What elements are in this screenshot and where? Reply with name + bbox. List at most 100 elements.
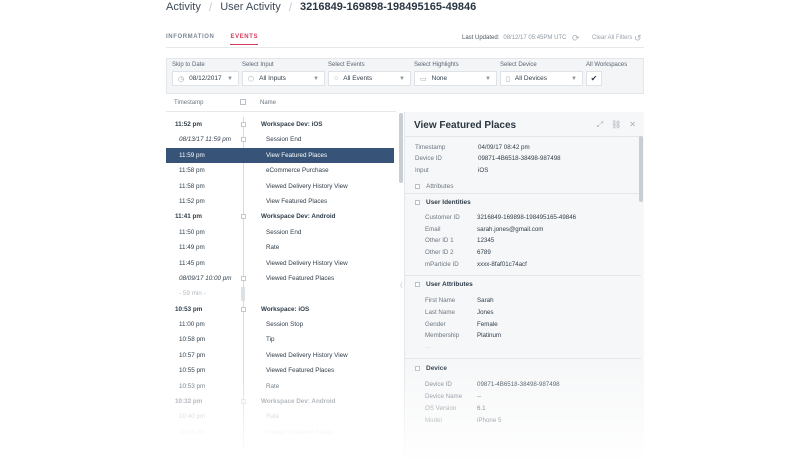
attribute-first-name: First Name Sarah — [425, 297, 494, 304]
filter-label: Select Events — [328, 62, 365, 68]
workspace-group-row[interactable]: 11:41 pm Workspace Dev: Android — [166, 209, 394, 224]
event-row[interactable]: 10:53 pm Rate — [166, 379, 394, 394]
row-name: Session End — [266, 136, 302, 144]
close-icon[interactable]: ✕ — [629, 120, 636, 130]
detail-divider — [405, 358, 641, 359]
filter-label: All Workspaces — [586, 62, 628, 68]
kv-value: 6.1 — [477, 405, 486, 412]
section-label: Attributes — [426, 183, 454, 190]
input-select[interactable]: ⬡ All Inputs ▼ — [242, 71, 325, 86]
row-name: View Featured Places — [266, 197, 328, 205]
column-header-timestamp[interactable]: Timestamp — [174, 100, 203, 106]
timeline-node-icon — [241, 214, 246, 220]
identity-customer-id: Customer ID 3216849-169898-198495165-4984… — [425, 214, 576, 221]
kv-key: mParticle ID — [425, 261, 459, 268]
kv-value: Jones — [477, 309, 494, 316]
column-header-name[interactable]: Name — [260, 100, 276, 106]
event-row[interactable]: 08/09/17 10:00 pm Viewed Featured Places — [166, 271, 394, 286]
kv-value: Female — [477, 321, 498, 328]
checkbox-icon — [415, 282, 420, 287]
row-name: Rate — [266, 413, 280, 421]
last-updated-value: 08/12/17 05:45PM UTC — [503, 35, 567, 41]
row-timestamp: 11:52 pm — [179, 197, 205, 205]
event-row[interactable]: 10:40 pm Rate — [166, 409, 394, 424]
event-row[interactable]: 11:58 pm eCommerce Purchase — [166, 163, 394, 178]
last-updated-label: Last Updated: — [462, 35, 500, 41]
page-title: 3216849-169898-198495165-49846 — [300, 1, 477, 13]
kv-value: xxxx-8faf01c74acf — [477, 261, 527, 268]
row-timestamp: 11:00 pm — [179, 321, 205, 329]
event-row[interactable]: 11:00 pm Session Stop — [166, 317, 394, 332]
row-timestamp: 08/13/17 11:59 pm — [179, 136, 232, 144]
kv-key: Other ID 2 — [425, 249, 454, 256]
tab-information[interactable]: INFORMATION — [166, 34, 214, 45]
row-timestamp: 11:58 pm — [179, 167, 205, 175]
breadcrumb-activity[interactable]: Activity — [166, 1, 201, 13]
kv-value: Platinum — [477, 332, 502, 339]
detail-divider — [405, 275, 641, 276]
refresh-icon[interactable]: ⟳ — [572, 33, 580, 44]
event-row[interactable]: 11:58 pm Viewed Delivery History View — [166, 179, 394, 194]
event-row[interactable]: 11:45 pm Viewed Delivery History View — [166, 256, 394, 271]
user-attributes-section-toggle[interactable]: User Attributes — [415, 281, 473, 288]
kv-key: Device ID — [425, 381, 452, 388]
section-label: User Attributes — [426, 281, 473, 288]
undo-icon[interactable]: ↺ — [634, 33, 642, 44]
filter-select-input: Select Input ⬡ All Inputs ▼ — [242, 62, 325, 86]
row-name: Viewed Featured Places — [266, 428, 335, 436]
event-list: 11:52 pm Workspace Dev: iOS 08/13/17 11:59… — [166, 117, 394, 440]
checkbox-icon — [415, 184, 420, 189]
event-row[interactable]: 11:49 pm Rate — [166, 240, 394, 255]
detail-input: Input iOS — [415, 167, 488, 174]
workspace-group-row[interactable]: 11:52 pm Workspace Dev: iOS — [166, 117, 394, 132]
attribute-last-name: Last Name Jones — [425, 309, 494, 316]
clear-all-filters-link[interactable]: Clear All Filters — [592, 35, 632, 41]
expand-icon[interactable]: ⤢ — [597, 120, 603, 130]
check-icon: ✔ — [590, 74, 598, 83]
device-select[interactable]: ▯ All Devices ▼ — [500, 71, 583, 86]
kv-key: Timestamp — [415, 144, 446, 151]
link-icon[interactable]: ⛓ — [611, 120, 621, 130]
kv-key: First Name — [425, 297, 456, 304]
kv-value: 3216849-169898-198495165-49846 — [477, 214, 577, 221]
breadcrumb-user-activity[interactable]: User Activity — [220, 1, 281, 13]
row-name: Session End — [266, 228, 302, 236]
event-row[interactable]: 10:35 pm Viewed Featured Places — [166, 425, 394, 440]
filter-label: Skip to Date — [172, 62, 205, 68]
tab-events[interactable]: EVENTS — [230, 34, 259, 45]
panel-collapse-icon[interactable]: ⟨ — [400, 282, 402, 289]
event-row[interactable]: 10:58 pm Tip — [166, 332, 394, 347]
event-row[interactable]: 11:50 pm Session End — [166, 225, 394, 240]
workspace-group-row[interactable]: 10:32 pm Workspace Dev: Android — [166, 394, 394, 409]
more-attributes[interactable]: ... — [425, 344, 430, 350]
kv-value: 09871-4B6518-38498-987498 — [478, 155, 561, 162]
user-identities-section-toggle[interactable]: User Identities — [415, 199, 471, 206]
event-row[interactable]: 10:57 pm Viewed Delivery History View — [166, 348, 394, 363]
event-row[interactable]: 10:55 pm Viewed Featured Places — [166, 363, 394, 378]
row-name: Viewed Delivery History View — [266, 351, 348, 359]
select-all-checkbox[interactable] — [240, 99, 246, 105]
events-select[interactable]: ○ All Events ▼ — [328, 71, 411, 86]
device-section-toggle[interactable]: Device — [415, 365, 447, 372]
detail-title: View Featured Places — [414, 120, 517, 131]
highlights-select[interactable]: ▭ None ▼ — [414, 71, 497, 86]
event-row-selected[interactable]: 11:59 pm View Featured Places — [166, 147, 394, 164]
attribute-gender: Gender Female — [425, 321, 498, 328]
device-id: Device ID 09871-4B6518-38498-987498 — [425, 381, 560, 388]
events-value: All Events — [343, 75, 373, 82]
timeline-node-icon — [241, 122, 246, 127]
all-workspaces-checkbox[interactable]: ✔ — [586, 71, 602, 86]
kv-key: Membership — [425, 332, 460, 339]
device-model: Model iPhone 5 — [425, 417, 501, 424]
list-scrollbar[interactable] — [399, 113, 403, 183]
filter-select-events: Select Events ○ All Events ▼ — [328, 62, 411, 86]
event-row[interactable]: 08/13/17 11:59 pm Session End — [166, 132, 394, 147]
attributes-section-toggle[interactable]: Attributes — [415, 183, 453, 190]
detail-actions: ⤢ ⛓ ✕ — [597, 120, 636, 130]
date-picker[interactable]: ◷ 08/12/2017 ▼ — [172, 71, 239, 86]
circle-icon: ○ — [334, 75, 339, 82]
event-row[interactable]: 11:52 pm View Featured Places — [166, 194, 394, 209]
workspace-group-row[interactable]: 10:53 pm Workspace: iOS — [166, 302, 394, 317]
kv-value: iOS — [478, 167, 489, 174]
detail-scrollbar[interactable] — [639, 136, 643, 202]
